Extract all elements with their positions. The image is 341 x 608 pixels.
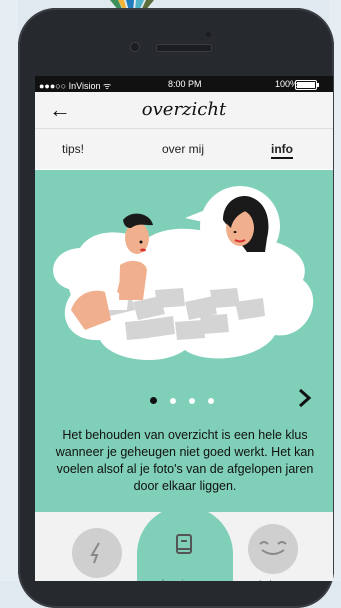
lightning-icon: [90, 542, 100, 564]
illustration: [53, 186, 314, 361]
earpiece-speaker: [156, 44, 212, 52]
tab-trots[interactable]: [248, 524, 298, 574]
status-bar: ●●●○○ InVision ᯤ 8:00 PM 100%: [35, 76, 333, 92]
tab-over-mij[interactable]: over mij: [162, 142, 204, 156]
smile-icon: [259, 541, 287, 555]
info-card: Het behouden van overzicht is een hele k…: [35, 170, 333, 512]
tab-tips[interactable]: tips!: [62, 142, 84, 156]
carousel-dot-1[interactable]: [150, 397, 157, 404]
carousel-dot-2[interactable]: [170, 398, 176, 404]
front-camera: [130, 42, 140, 52]
phone-screen: ●●●○○ InVision ᯤ 8:00 PM 100% ← overzich…: [35, 76, 333, 581]
tab-bar-top: tips! over mij info: [35, 129, 333, 169]
battery-icon: [295, 80, 319, 90]
info-description: Het behouden van overzicht is een hele k…: [55, 428, 315, 493]
page-title: overzicht: [141, 99, 227, 120]
status-carrier: ●●●○○ InVision ᯤ: [39, 81, 112, 91]
tab-kennis[interactable]: [159, 520, 209, 570]
nav-bar: ← overzicht: [35, 92, 333, 129]
background-left: [0, 0, 18, 581]
sensor: [206, 32, 211, 37]
book-icon: [176, 534, 192, 554]
tab-ervaar[interactable]: [72, 528, 122, 578]
status-time: 8:00 PM: [168, 79, 202, 89]
carousel-dot-4[interactable]: [208, 398, 214, 404]
tab-info[interactable]: info: [271, 142, 293, 159]
next-chevron-icon[interactable]: [296, 386, 314, 410]
carousel-dot-3[interactable]: [189, 398, 195, 404]
bottom-tab-bar: ervaar kennis trots: [35, 506, 333, 581]
